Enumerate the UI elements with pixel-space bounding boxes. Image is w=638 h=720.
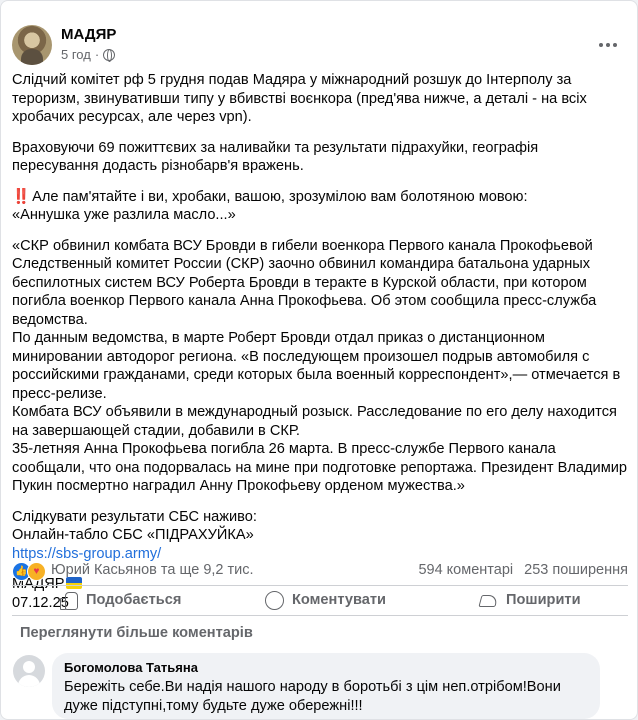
comment-icon [264,590,284,610]
divider [12,585,628,586]
author-avatar[interactable] [12,25,52,65]
action-bar: Подобається Коментувати Поширити [12,587,628,613]
post-meta: 5 год · [61,47,116,62]
more-options-icon[interactable] [596,33,620,57]
warning-text: Але пам'ятайте і ви, хробаки, вашою, зро… [12,188,528,224]
commenter-avatar[interactable] [13,655,45,687]
divider [12,615,628,616]
like-button[interactable]: Подобається [58,589,181,611]
post-time[interactable]: 5 год [61,47,91,62]
comment-item: Богомолова Татьяна Бережіть себе.Ви наді… [12,653,628,719]
share-label: Поширити [506,592,581,608]
meta-separator: · [94,47,100,62]
comments-count[interactable]: 594 коментарі [418,562,513,578]
share-icon [478,590,498,610]
post-header: МАДЯР 5 год · [12,25,628,69]
reaction-icons[interactable]: 👍 ♥ [12,562,48,582]
comment-button[interactable]: Коментувати [264,589,386,611]
post-quote: «СКР обвинил комбата ВСУ Бровди в гибели… [12,237,628,495]
like-label: Подобається [86,592,182,608]
sbs-link[interactable]: https://sbs-group.army/ [12,546,161,562]
globe-icon [103,48,116,62]
engagement-counts: 594 коментарі 253 поширення [418,562,628,578]
follow-text: Слідкувати результати СБС наживо: Онлайн… [12,508,257,544]
shares-count[interactable]: 253 поширення [524,562,628,578]
thumbs-up-icon [58,590,78,610]
view-more-comments[interactable]: Переглянути більше коментарів [20,625,253,641]
comment-text: Бережіть себе.Ви надія нашого народу в б… [64,679,561,714]
care-reaction-icon: ♥ [27,562,46,581]
post-body: Слідчий комітет рф 5 грудня подав Мадяра… [12,71,627,624]
author-name[interactable]: МАДЯР [61,26,116,43]
post-paragraph: Враховуючи 69 пожиттєвих за наливайки та… [12,139,539,175]
share-button[interactable]: Поширити [478,589,581,611]
commenter-name[interactable]: Богомолова Татьяна [64,660,588,676]
double-exclamation-icon: ‼️ [12,188,30,205]
post-paragraph: Слідчий комітет рф 5 грудня подав Мадяра… [12,72,587,125]
reactors-summary[interactable]: Юрий Касьянов та ще 9,2 тис. [51,562,254,578]
post-warning: ‼️ Але пам'ятайте і ви, хробаки, вашою, з… [12,188,627,225]
post-card: МАДЯР 5 год · Слідчий комітет рф 5 грудн… [0,0,638,720]
comment-label: Коментувати [292,592,386,608]
comment-bubble: Богомолова Татьяна Бережіть себе.Ви наді… [52,653,600,719]
reactions-row: 👍 ♥ Юрий Касьянов та ще 9,2 тис. 594 ком… [12,561,628,583]
post-follow: Слідкувати результати СБС наживо: Онлайн… [12,508,627,564]
